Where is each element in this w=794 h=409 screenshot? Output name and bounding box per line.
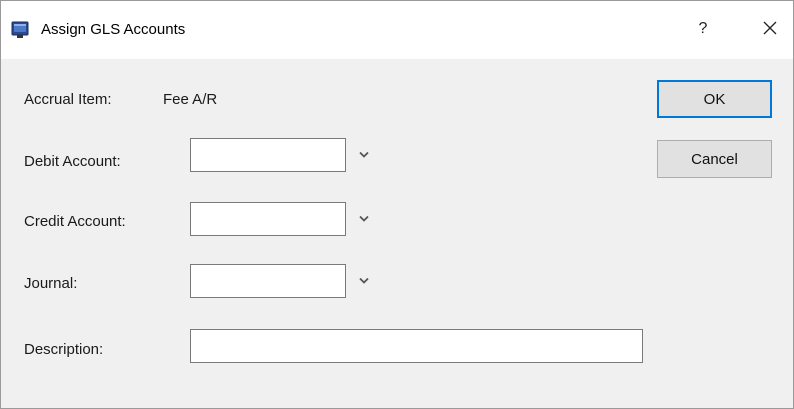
chevron-down-icon[interactable] xyxy=(356,211,372,227)
description-field[interactable] xyxy=(190,329,643,363)
debit-account-label: Debit Account: xyxy=(24,153,121,170)
chevron-down-icon[interactable] xyxy=(356,147,372,163)
window-title: Assign GLS Accounts xyxy=(41,21,186,38)
chevron-down-icon[interactable] xyxy=(356,273,372,289)
journal-field[interactable] xyxy=(190,264,346,298)
title-bar: Assign GLS Accounts ? xyxy=(1,1,793,59)
ok-button[interactable]: OK xyxy=(657,80,772,118)
credit-account-label: Credit Account: xyxy=(24,213,126,230)
debit-account-field[interactable] xyxy=(190,138,346,172)
accrual-item-value: Fee A/R xyxy=(163,91,218,108)
cancel-button[interactable]: Cancel xyxy=(657,140,772,178)
close-icon xyxy=(762,20,778,40)
help-button[interactable]: ? xyxy=(687,13,719,45)
journal-label: Journal: xyxy=(24,275,78,292)
assign-gls-accounts-dialog: Assign GLS Accounts ? Accrual Item: Fee … xyxy=(0,0,794,409)
credit-account-field[interactable] xyxy=(190,202,346,236)
close-button[interactable] xyxy=(753,13,787,47)
app-window-icon xyxy=(11,21,29,39)
accrual-item-label: Accrual Item: xyxy=(24,91,112,108)
description-label: Description: xyxy=(24,341,104,358)
